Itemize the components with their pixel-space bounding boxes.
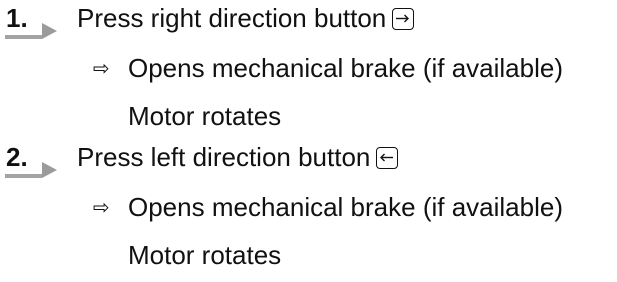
step-instruction: Press right direction button <box>77 3 415 33</box>
step-instruction: Press left direction button <box>77 142 399 172</box>
step-instruction-text: Press left direction button <box>77 142 371 172</box>
result-text: Opens mechanical brake (if available) <box>128 53 563 83</box>
left-arrow-key-icon <box>376 147 399 169</box>
step-arrow-icon <box>42 23 57 39</box>
step-result: ⇨ Opens mechanical brake (if available) <box>0 50 617 90</box>
step-arrow-icon <box>42 162 57 178</box>
step-1: 1. Press right direction button <box>0 0 617 40</box>
step-number: 2. <box>6 142 28 172</box>
step-2: 2. Press left direction button <box>0 139 617 179</box>
right-arrow-key-icon <box>392 8 415 30</box>
step-note: Motor rotates <box>128 101 282 131</box>
step-number: 1. <box>6 3 28 33</box>
step-number-underline <box>5 174 42 178</box>
step-note: Motor rotates <box>128 240 282 270</box>
step-number-underline <box>5 35 42 39</box>
step-instruction-text: Press right direction button <box>77 3 387 33</box>
step-result: ⇨ Opens mechanical brake (if available) <box>0 189 617 229</box>
result-arrow-icon: ⇨ <box>93 56 110 80</box>
result-arrow-icon: ⇨ <box>93 195 110 219</box>
result-text: Opens mechanical brake (if available) <box>128 192 563 222</box>
